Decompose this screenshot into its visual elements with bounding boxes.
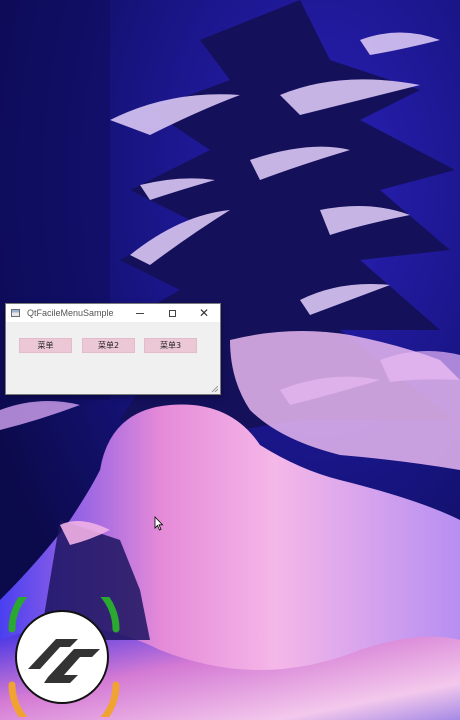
menu-button-2[interactable]: 菜单2	[82, 338, 135, 353]
mouse-cursor-icon	[154, 516, 164, 531]
window-controls: ✕	[124, 304, 220, 322]
qt-application-window: QtFacileMenuSample ✕ 菜单 菜单2 菜单3	[5, 303, 221, 395]
window-titlebar[interactable]: QtFacileMenuSample ✕	[6, 304, 220, 322]
maximize-button[interactable]	[156, 304, 188, 322]
app-window-icon[interactable]	[11, 309, 20, 317]
window-title: QtFacileMenuSample	[27, 308, 114, 318]
menu-button-3[interactable]: 菜单3	[144, 338, 197, 353]
minimize-button[interactable]	[124, 304, 156, 322]
size-grip-icon[interactable]	[212, 386, 218, 392]
menu-button-1[interactable]: 菜单	[19, 338, 72, 353]
recorder-logo-icon	[8, 597, 120, 717]
close-button[interactable]: ✕	[188, 304, 220, 322]
